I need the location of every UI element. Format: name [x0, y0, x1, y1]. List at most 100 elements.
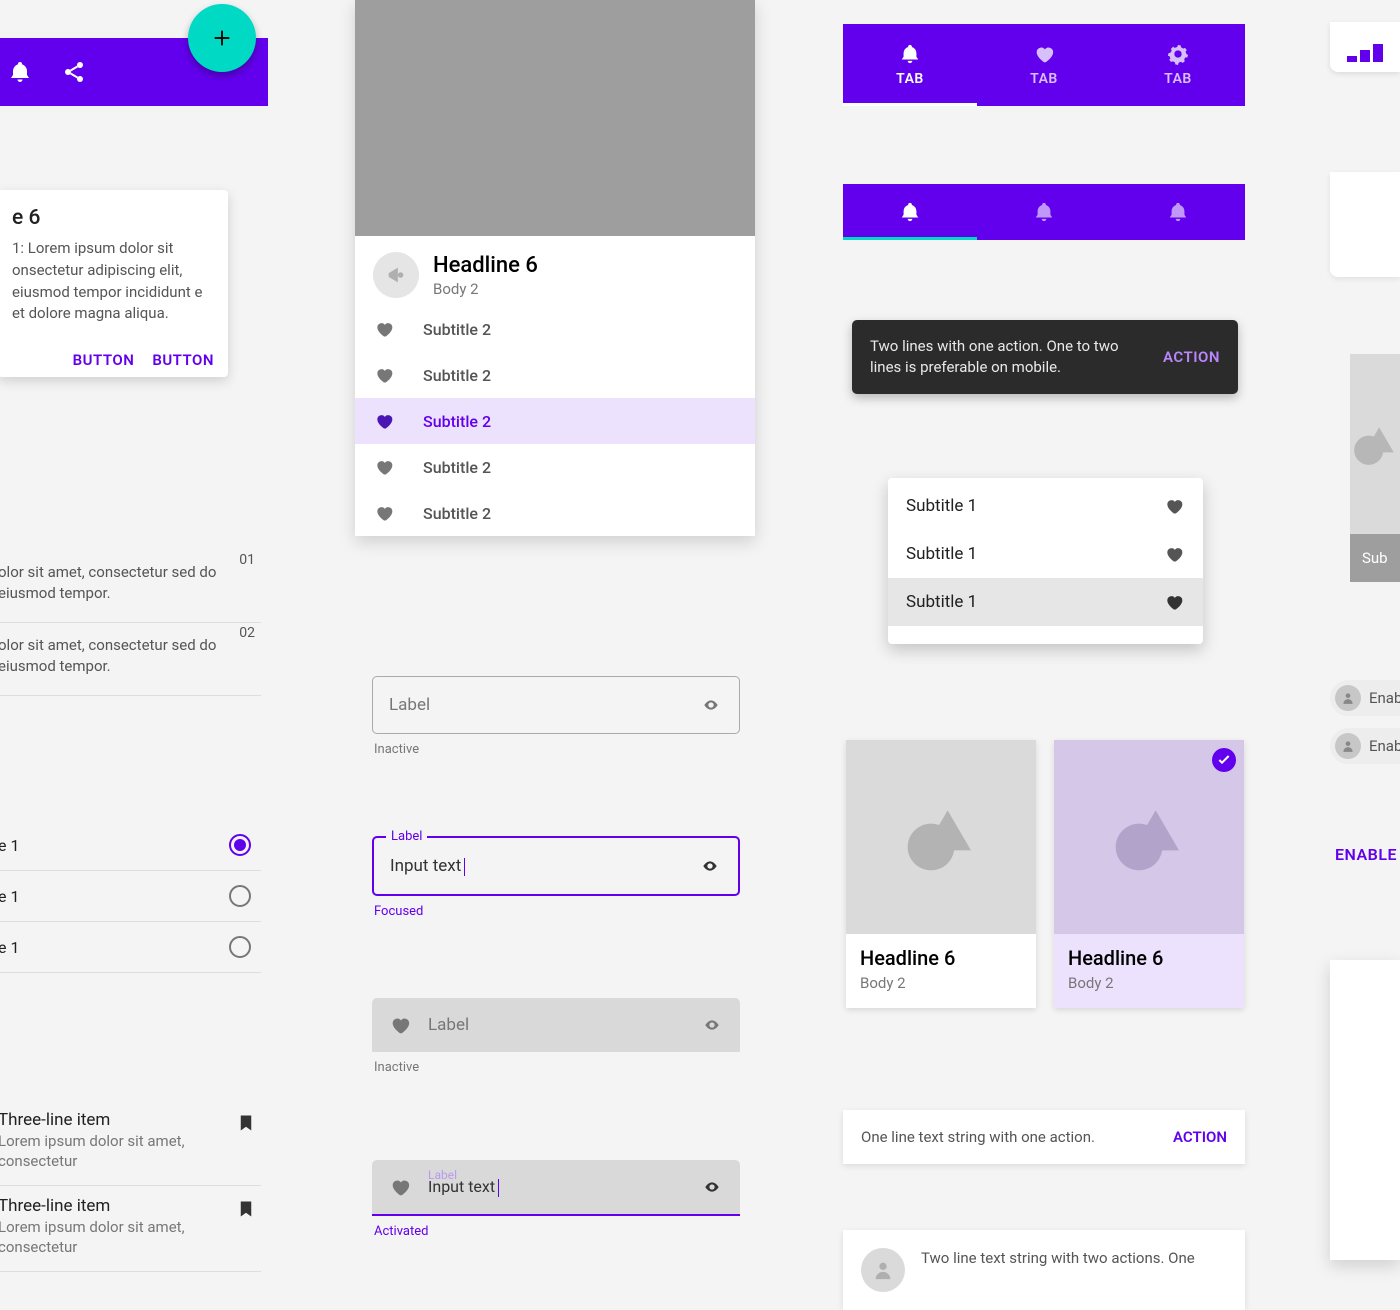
helper-text: Activated	[374, 1224, 738, 1239]
chip[interactable]: Enab	[1330, 728, 1400, 764]
eye-icon[interactable]	[698, 858, 722, 874]
list-item-text: olor sit amet, consectetur sed do eiusmo…	[0, 562, 247, 604]
menu-item[interactable]: Subtitle 1	[888, 530, 1203, 578]
banner-two-line: Two line text string with two actions. O…	[843, 1230, 1245, 1310]
banner-one-line: One line text string with one action. AC…	[843, 1110, 1245, 1164]
list-item[interactable]: Three-line item Lorem ipsum dolor sit am…	[0, 1100, 261, 1186]
grid-card-selected[interactable]: Headline 6 Body 2	[1054, 740, 1244, 1008]
list-item[interactable]: Subtitle 2	[355, 444, 755, 490]
banner-action[interactable]: ACTION	[1173, 1128, 1227, 1146]
card-title: Headline 6	[1068, 946, 1230, 970]
text-input[interactable]: Label	[372, 676, 740, 734]
card-placeholder	[1330, 172, 1400, 277]
list-item[interactable]: Subtitle 2	[355, 306, 755, 352]
radio-row[interactable]: e 1	[0, 820, 261, 871]
heart-icon[interactable]	[1163, 544, 1185, 564]
eye-icon[interactable]	[700, 1017, 724, 1033]
text-input[interactable]: Label Input text	[372, 1160, 740, 1216]
mini-chart	[1330, 22, 1400, 72]
chart-bar	[1347, 56, 1357, 62]
tab[interactable]	[1111, 184, 1245, 240]
heart-icon	[373, 365, 395, 385]
card-title: Headline 6	[860, 946, 1022, 970]
tab[interactable]: TAB	[1111, 24, 1245, 106]
chip[interactable]: Enab	[1330, 680, 1400, 716]
menu-item-selected[interactable]: Subtitle 1	[888, 578, 1203, 626]
radio-button[interactable]	[229, 834, 251, 856]
bookmark-icon[interactable]	[237, 1112, 255, 1134]
radio-button[interactable]	[229, 885, 251, 907]
tab[interactable]: TAB	[977, 24, 1111, 106]
eye-icon[interactable]	[700, 1179, 724, 1195]
helper-text: Focused	[374, 904, 738, 919]
heart-icon[interactable]	[1163, 496, 1185, 516]
bell-icon[interactable]	[8, 60, 32, 84]
card-subtitle: Body 2	[433, 280, 538, 298]
chart-bar	[1373, 44, 1383, 62]
tab[interactable]	[843, 184, 977, 240]
menu-item-label: Subtitle 1	[906, 496, 977, 516]
eye-icon[interactable]	[699, 697, 723, 713]
bell-icon	[1167, 201, 1189, 223]
list-item-label: Subtitle 2	[423, 504, 491, 523]
tab[interactable]	[977, 184, 1111, 240]
radio-list: e 1 e 1 e 1	[0, 820, 261, 973]
fab-add[interactable]	[188, 4, 256, 72]
heart-icon	[1033, 43, 1055, 65]
list-item-label: Subtitle 2	[423, 412, 491, 431]
textfield-outlined-focused: Label Input text Focused	[372, 836, 740, 919]
menu-item[interactable]: Subtitle 1	[888, 482, 1203, 530]
banner-text: Two line text string with two actions. O…	[921, 1248, 1195, 1292]
card-button-1[interactable]: BUTTON	[73, 351, 135, 369]
textfield-filled-inactive: Label Inactive	[372, 998, 740, 1075]
heart-icon	[373, 411, 395, 431]
list-item[interactable]: Subtitle 2	[355, 352, 755, 398]
card-body: 1: Lorem ipsum dolor sit onsectetur adip…	[12, 238, 214, 325]
input-value: Input text	[390, 856, 461, 876]
list-item-label: Subtitle 2	[423, 458, 491, 477]
list-item-title: Three-line item	[0, 1196, 253, 1216]
plus-icon	[211, 27, 233, 49]
radio-row[interactable]: e 1	[0, 922, 261, 973]
tab[interactable]: TAB	[843, 24, 977, 106]
list-item[interactable]: olor sit amet, consectetur sed do eiusmo…	[0, 623, 261, 696]
grid-card[interactable]: Headline 6Body 2	[846, 740, 1036, 1008]
banner-text: One line text string with one action.	[861, 1128, 1095, 1146]
image-card: Sub	[1350, 354, 1400, 582]
tab-label: TAB	[1030, 71, 1058, 87]
bookmark-icon[interactable]	[237, 1198, 255, 1220]
list-item-body: Lorem ipsum dolor sit amet, consectetur	[0, 1132, 253, 1171]
heart-icon	[373, 457, 395, 477]
heart-icon	[373, 319, 395, 339]
list-item[interactable]: olor sit amet, consectetur sed do eiusmo…	[0, 550, 261, 623]
chip-list: Enab Enab	[1330, 680, 1400, 764]
share-icon[interactable]	[62, 60, 86, 84]
text-input[interactable]: Label Input text	[372, 836, 740, 896]
list-item[interactable]: Subtitle 2	[355, 490, 755, 536]
list-item[interactable]: Three-line item Lorem ipsum dolor sit am…	[0, 1186, 261, 1272]
snackbar-action[interactable]: ACTION	[1163, 348, 1220, 366]
radio-label: e 1	[0, 938, 19, 957]
heart-icon	[388, 1176, 412, 1198]
gear-icon	[1167, 43, 1189, 65]
list-item-title: Three-line item	[0, 1110, 253, 1130]
card-button-2[interactable]: BUTTON	[152, 351, 214, 369]
text-cursor	[498, 1179, 499, 1197]
card-image	[1350, 354, 1400, 534]
input-label: Label	[386, 829, 427, 844]
card-placeholder	[1330, 960, 1400, 1260]
horn-icon	[385, 264, 407, 286]
bell-icon	[1033, 201, 1055, 223]
text-input[interactable]: Label	[372, 998, 740, 1052]
radio-row[interactable]: e 1	[0, 871, 261, 922]
card-image	[355, 0, 755, 236]
person-icon	[1341, 739, 1355, 753]
card-body: Body 2	[1068, 974, 1230, 992]
enable-button[interactable]: ENABLE	[1335, 845, 1397, 864]
tab-bar: TAB TAB TAB	[843, 24, 1245, 106]
image-caption: Sub	[1350, 534, 1400, 582]
radio-button[interactable]	[229, 936, 251, 958]
heart-icon[interactable]	[1163, 592, 1185, 612]
list-item-selected[interactable]: Subtitle 2	[355, 398, 755, 444]
bell-icon	[899, 43, 921, 65]
